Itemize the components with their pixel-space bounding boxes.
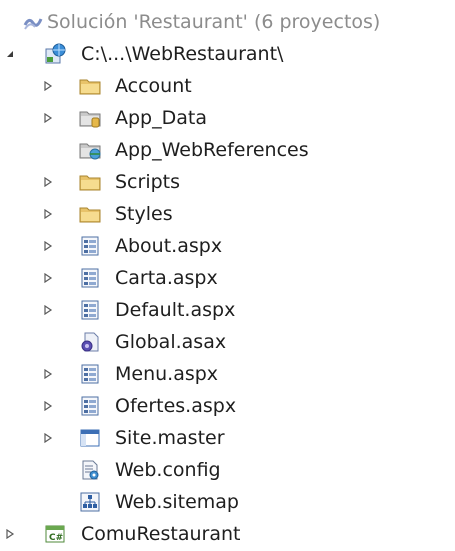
svg-text:C#: C# <box>49 533 63 543</box>
collapse-arrow-icon[interactable] <box>4 48 16 60</box>
expand-arrow-icon[interactable] <box>42 400 54 412</box>
expand-arrow-icon[interactable] <box>42 176 54 188</box>
master-file-icon <box>79 427 101 449</box>
tree-item-label: Site.master <box>115 427 225 449</box>
solution-icon <box>23 11 45 33</box>
aspx-file-icon <box>79 267 101 289</box>
tree-item-label: About.aspx <box>115 235 223 257</box>
folder-icon <box>79 203 101 225</box>
expand-arrow-icon[interactable] <box>4 528 16 540</box>
tree-item-label: Default.aspx <box>115 299 236 321</box>
tree-item-account[interactable]: Account <box>0 70 455 102</box>
solution-node[interactable]: Solución 'Restaurant' (6 proyectos) <box>0 6 455 38</box>
project-node-comurestaurant[interactable]: C# ComuRestaurant <box>0 518 455 550</box>
tree-item-label: Scripts <box>115 171 181 193</box>
tree-item-styles[interactable]: Styles <box>0 198 455 230</box>
project-label: ComuRestaurant <box>81 523 241 545</box>
config-file-icon <box>79 459 101 481</box>
aspx-file-icon <box>79 235 101 257</box>
tree-item-global-asax[interactable]: Global.asax <box>0 326 455 358</box>
aspx-file-icon <box>79 363 101 385</box>
tree-item-label: Web.sitemap <box>115 491 239 513</box>
tree-item-site-master[interactable]: Site.master <box>0 422 455 454</box>
tree-item-label: Web.config <box>115 459 221 481</box>
project-label: C:\...\WebRestaurant\ <box>81 43 284 65</box>
tree-item-label: Carta.aspx <box>115 267 218 289</box>
expand-arrow-icon[interactable] <box>42 208 54 220</box>
expand-arrow-icon[interactable] <box>42 80 54 92</box>
tree-item-default-aspx[interactable]: Default.aspx <box>0 294 455 326</box>
tree-item-label: App_WebReferences <box>115 139 309 161</box>
csharp-project-icon: C# <box>44 523 66 545</box>
tree-item-label: App_Data <box>115 107 207 129</box>
expand-arrow-icon[interactable] <box>42 432 54 444</box>
tree-item-menu-aspx[interactable]: Menu.aspx <box>0 358 455 390</box>
tree-item-label: Account <box>115 75 192 97</box>
tree-item-carta-aspx[interactable]: Carta.aspx <box>0 262 455 294</box>
solution-explorer-tree: Solución 'Restaurant' (6 proyectos) C:\.… <box>0 0 455 551</box>
tree-item-app-data[interactable]: App_Data <box>0 102 455 134</box>
sitemap-file-icon <box>79 491 101 513</box>
tree-item-app-webreferences[interactable]: App_WebReferences <box>0 134 455 166</box>
aspx-file-icon <box>79 395 101 417</box>
expand-arrow-icon[interactable] <box>42 112 54 124</box>
solution-label: Solución 'Restaurant' (6 proyectos) <box>47 11 381 33</box>
app-data-folder-icon <box>79 107 101 129</box>
tree-item-scripts[interactable]: Scripts <box>0 166 455 198</box>
expand-arrow-icon[interactable] <box>42 272 54 284</box>
tree-item-ofertes-aspx[interactable]: Ofertes.aspx <box>0 390 455 422</box>
expand-arrow-icon[interactable] <box>42 368 54 380</box>
web-project-icon <box>44 43 66 65</box>
tree-item-label: Global.asax <box>115 331 227 353</box>
expand-arrow-icon[interactable] <box>42 304 54 316</box>
tree-item-label: Ofertes.aspx <box>115 395 237 417</box>
aspx-file-icon <box>79 299 101 321</box>
web-references-folder-icon <box>79 139 101 161</box>
tree-item-about-aspx[interactable]: About.aspx <box>0 230 455 262</box>
folder-icon <box>79 75 101 97</box>
tree-item-label: Styles <box>115 203 173 225</box>
asax-file-icon <box>79 331 101 353</box>
tree-item-web-sitemap[interactable]: Web.sitemap <box>0 486 455 518</box>
tree-item-label: Menu.aspx <box>115 363 219 385</box>
tree-item-web-config[interactable]: Web.config <box>0 454 455 486</box>
expand-arrow-icon[interactable] <box>42 240 54 252</box>
folder-icon <box>79 171 101 193</box>
project-node-webrestaurant[interactable]: C:\...\WebRestaurant\ <box>0 38 455 70</box>
